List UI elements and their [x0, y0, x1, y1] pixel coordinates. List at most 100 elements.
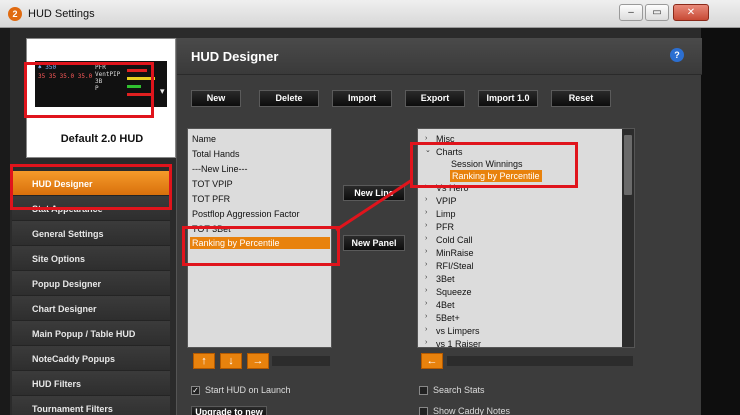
sidebar-item-main-popup[interactable]: Main Popup / Table HUD [12, 321, 170, 346]
new-panel-button[interactable]: New Panel [343, 235, 405, 251]
close-button[interactable]: ✕ [673, 4, 709, 21]
tree-item[interactable]: Vs Hero [436, 183, 469, 193]
lines-scrollbar[interactable] [272, 356, 330, 366]
chevron-right-icon[interactable]: › [425, 313, 427, 320]
chevron-right-icon[interactable]: › [425, 222, 427, 229]
show-caddy-checkbox[interactable] [419, 407, 428, 415]
tree-h-scrollbar[interactable] [447, 356, 633, 366]
sidebar-item-general-settings[interactable]: General Settings [12, 221, 170, 246]
hud-name: Default 2.0 HUD [60, 133, 144, 145]
chevron-right-icon[interactable]: › [425, 339, 427, 346]
hud-designer-panel: HUD Designer ? New Delete Import Export … [176, 38, 702, 415]
tree-item-ranking-selected[interactable]: Ranking by Percentile [450, 170, 542, 182]
restore-button[interactable]: ▭ [645, 4, 669, 21]
list-item[interactable]: ---New Line--- [192, 164, 248, 174]
panel-title: HUD Designer [191, 49, 279, 64]
tree-item[interactable]: Limp [436, 209, 456, 219]
chevron-right-icon[interactable]: › [425, 300, 427, 307]
tree-item[interactable]: PFR [436, 222, 454, 232]
show-caddy-label: Show Caddy Notes [433, 406, 511, 415]
list-item[interactable]: Postflop Aggression Factor [192, 209, 300, 219]
list-item[interactable]: Name [192, 134, 216, 144]
chevron-right-icon[interactable]: › [425, 135, 427, 142]
preview-bar [127, 77, 155, 80]
preview-bar [127, 93, 151, 96]
search-stats-checkbox[interactable] [419, 386, 428, 395]
preview-stat-4: P [95, 85, 99, 92]
window-edge [701, 28, 740, 415]
start-hud-label: Start HUD on Launch [205, 385, 291, 395]
tree-item-charts[interactable]: Charts [436, 147, 463, 157]
export-button[interactable]: Export [405, 90, 465, 107]
tree-item[interactable]: vs Limpers [436, 326, 480, 336]
sidebar-item-site-options[interactable]: Site Options [12, 246, 170, 271]
search-stats-label: Search Stats [433, 385, 485, 395]
hud-dropdown-arrow[interactable]: ▾ [160, 86, 165, 97]
move-down-button[interactable]: ↓ [220, 353, 242, 369]
tree-item[interactable]: 4Bet [436, 300, 455, 310]
hud-lines-list[interactable]: Name Total Hands ---New Line--- TOT VPIP… [187, 128, 332, 348]
reset-button[interactable]: Reset [551, 90, 611, 107]
sidebar-item-hud-designer[interactable]: HUD Designer [12, 171, 170, 196]
new-line-button[interactable]: New Line [343, 185, 405, 201]
preview-line-1: ♠ 350 [38, 64, 57, 71]
list-item[interactable]: TOT PFR [192, 194, 230, 204]
chevron-right-icon[interactable]: › [425, 287, 427, 294]
sidebar-item-hud-filters[interactable]: HUD Filters [12, 371, 170, 396]
tree-item[interactable]: RFI/Steal [436, 261, 474, 271]
chevron-right-icon[interactable]: › [425, 326, 427, 333]
stats-tree[interactable]: › Misc ⌄ Charts Session Winnings Ranking… [417, 128, 635, 348]
scrollbar-thumb[interactable] [624, 135, 632, 195]
hud-preview-image: ♠ 350 35 35 35.0 35.0 PFR VentPIP 3B P [35, 61, 167, 107]
title-bar: 2 HUD Settings ‒ ▭ ✕ [0, 0, 740, 28]
preview-stat-3: 3B [95, 78, 103, 85]
preview-stat-1: PFR [95, 64, 106, 71]
delete-button[interactable]: Delete [259, 90, 319, 107]
upgrade-button[interactable]: Upgrade to new [191, 406, 267, 415]
chevron-right-icon[interactable]: › [425, 196, 427, 203]
chevron-right-icon[interactable]: › [425, 209, 427, 216]
tree-scrollbar[interactable] [622, 129, 634, 347]
sidebar-item-tournament-filters[interactable]: Tournament Filters [12, 396, 170, 415]
new-button[interactable]: New [191, 90, 241, 107]
tree-item[interactable]: MinRaise [436, 248, 474, 258]
chevron-right-icon[interactable]: › [425, 235, 427, 242]
chevron-right-icon[interactable]: › [425, 183, 427, 190]
tree-item[interactable]: 5Bet+ [436, 313, 460, 323]
import-button[interactable]: Import [332, 90, 392, 107]
start-hud-checkbox[interactable]: ✓ [191, 386, 200, 395]
panel-header: HUD Designer ? [177, 38, 702, 75]
list-item-selected[interactable]: Ranking by Percentile [190, 237, 330, 249]
tree-item[interactable]: VPIP [436, 196, 457, 206]
app-icon: 2 [8, 7, 22, 21]
import-1-button[interactable]: Import 1.0 [478, 90, 538, 107]
sidebar-item-stat-appearance[interactable]: Stat Appearance [12, 196, 170, 221]
minimize-button[interactable]: ‒ [619, 4, 643, 21]
preview-bar [127, 85, 141, 88]
move-up-button[interactable]: ↑ [193, 353, 215, 369]
tree-item-session-winnings[interactable]: Session Winnings [451, 159, 523, 169]
list-item[interactable]: TOT 3Bet [192, 224, 231, 234]
tree-item-misc[interactable]: Misc [436, 134, 455, 144]
tree-item[interactable]: Squeeze [436, 287, 472, 297]
preview-bar [127, 69, 147, 72]
list-item[interactable]: TOT VPIP [192, 179, 233, 189]
sidebar-item-popup-designer[interactable]: Popup Designer [12, 271, 170, 296]
tree-item[interactable]: Cold Call [436, 235, 473, 245]
sidebar-item-chart-designer[interactable]: Chart Designer [12, 296, 170, 321]
preview-stat-2: VentPIP [95, 71, 121, 78]
chevron-down-icon[interactable]: ⌄ [425, 146, 431, 154]
preview-line-2: 35 35 35.0 35.0 [38, 73, 93, 80]
chevron-right-icon[interactable]: › [425, 248, 427, 255]
chevron-right-icon[interactable]: › [425, 261, 427, 268]
tree-item[interactable]: 3Bet [436, 274, 455, 284]
move-left-button[interactable]: ← [421, 353, 443, 369]
chevron-right-icon[interactable]: › [425, 274, 427, 281]
hud-preview[interactable]: ♠ 350 35 35 35.0 35.0 PFR VentPIP 3B P D… [26, 38, 176, 158]
help-icon[interactable]: ? [670, 48, 684, 62]
window-title: HUD Settings [28, 8, 95, 20]
move-right-button[interactable]: → [247, 353, 269, 369]
sidebar-item-notecaddy-popups[interactable]: NoteCaddy Popups [12, 346, 170, 371]
tree-item[interactable]: vs 1 Raiser [436, 339, 481, 347]
list-item[interactable]: Total Hands [192, 149, 240, 159]
